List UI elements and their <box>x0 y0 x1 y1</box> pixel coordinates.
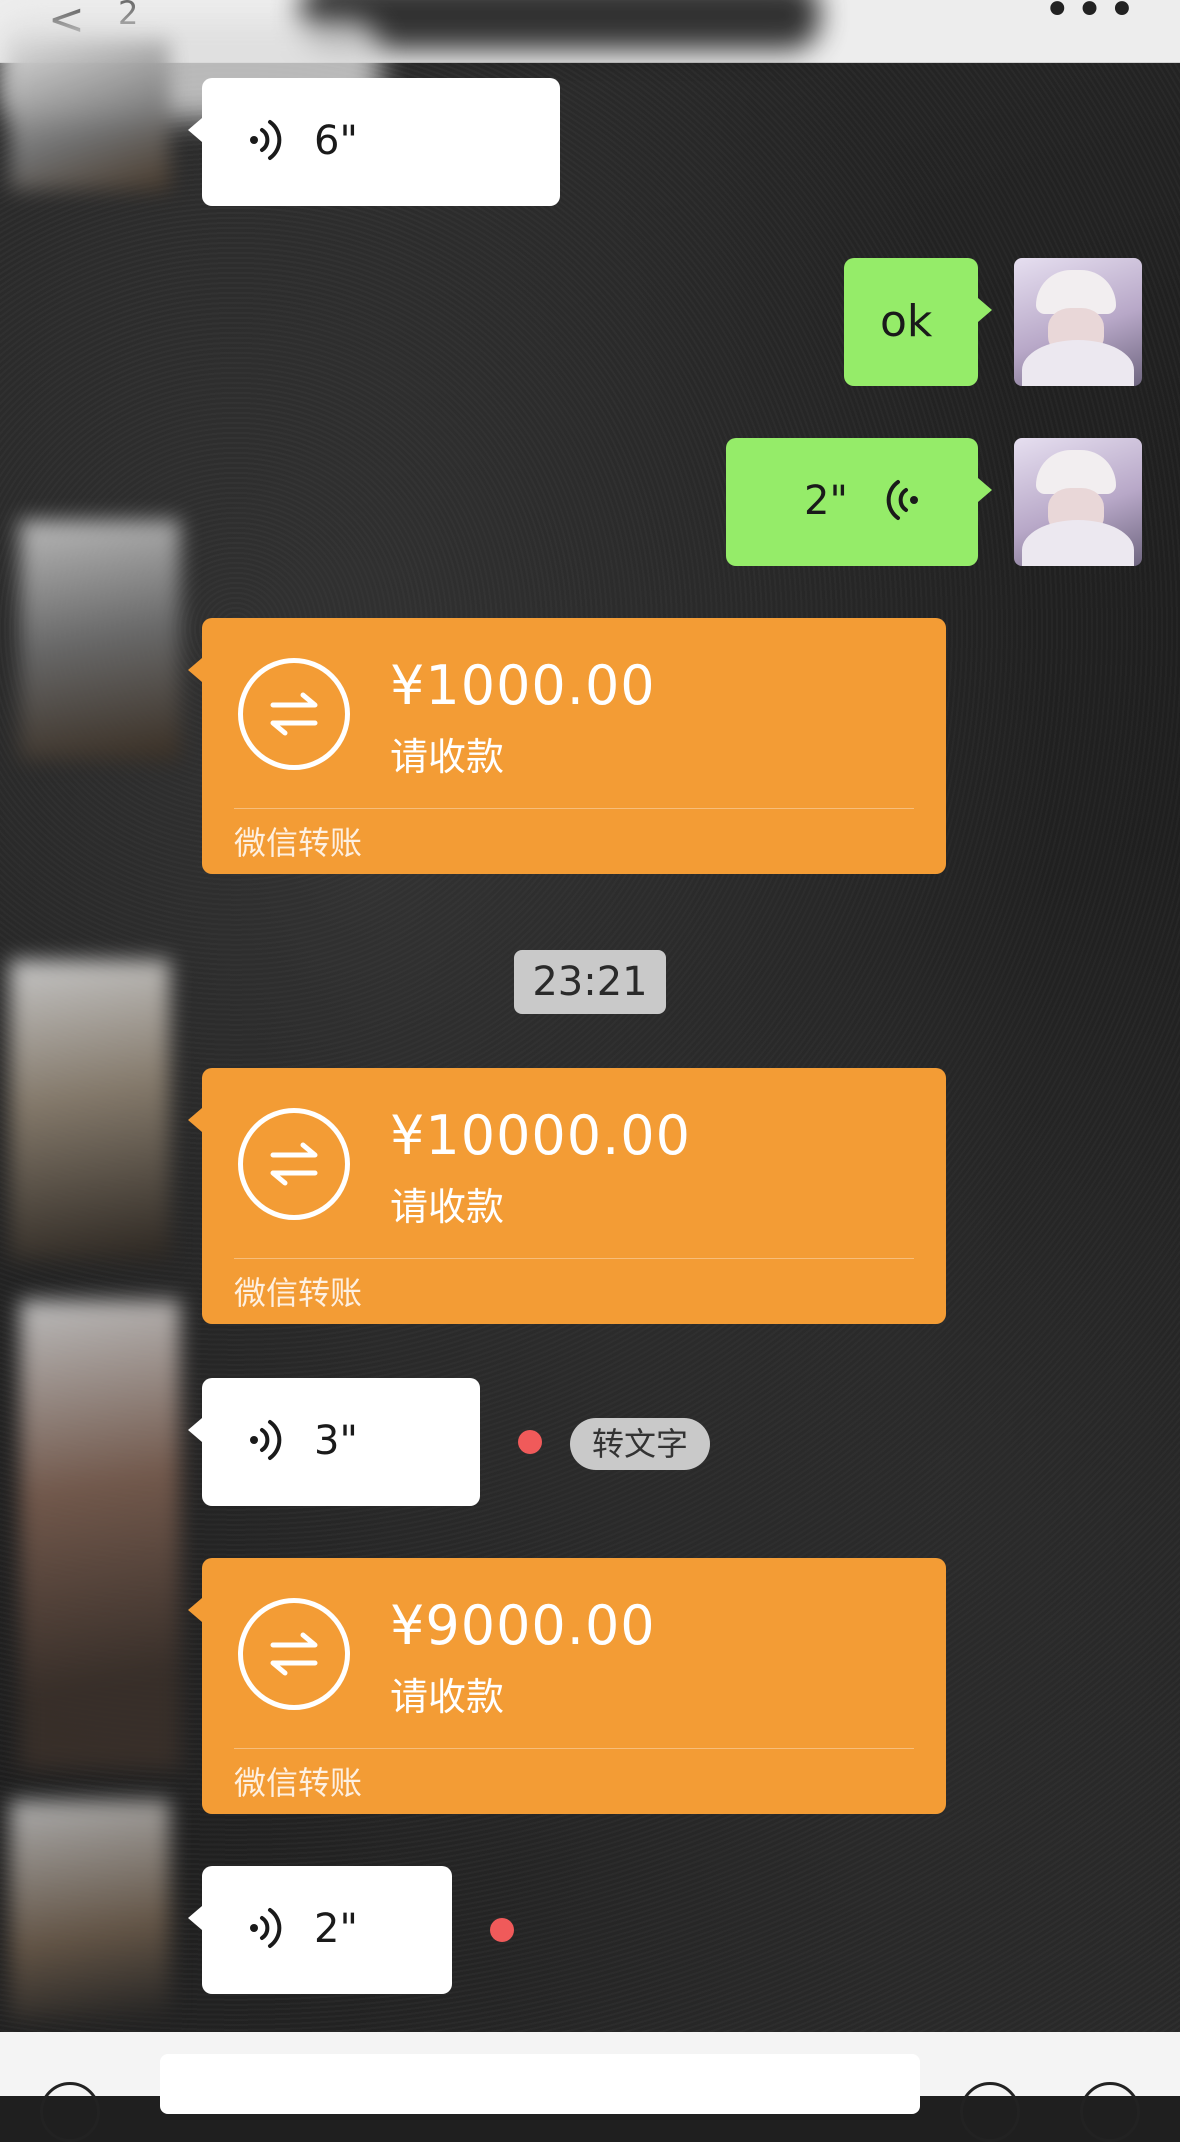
transfer-amount: ¥9000.00 <box>390 1594 656 1657</box>
sender-avatar[interactable] <box>10 40 170 190</box>
transfer-arrows-icon <box>238 1108 350 1220</box>
voice-wave-icon <box>250 1420 282 1460</box>
to-text-button[interactable]: 转文字 <box>570 1418 711 1470</box>
voice-input-icon[interactable] <box>40 2082 100 2142</box>
transfer-card[interactable]: ¥9000.00 请收款 微信转账 <box>188 1558 946 1814</box>
input-bar <box>0 2032 1180 2142</box>
transfer-status: 请收款 <box>390 735 505 779</box>
divider <box>234 1748 914 1749</box>
voice-wave-icon <box>250 1908 282 1948</box>
transfer-status: 请收款 <box>390 1185 505 1229</box>
unread-dot <box>518 1430 542 1454</box>
emoji-icon[interactable] <box>960 2082 1020 2142</box>
voice-wave-icon <box>886 480 918 520</box>
divider <box>234 808 914 809</box>
sender-avatar[interactable] <box>20 1300 180 1770</box>
transfer-amount: ¥1000.00 <box>390 654 656 717</box>
voice-message[interactable]: 2" <box>188 1866 452 1994</box>
transfer-card[interactable]: ¥10000.00 请收款 微信转账 <box>188 1068 946 1324</box>
transfer-card[interactable]: ¥1000.00 请收款 微信转账 <box>188 618 946 874</box>
voice-message[interactable]: 3" <box>188 1378 480 1506</box>
transfer-footer: 微信转账 <box>234 1764 363 1802</box>
chat-timestamp: 23:21 <box>514 950 666 1014</box>
voice-duration: 3" <box>314 1418 358 1464</box>
transfer-arrows-icon <box>238 1598 350 1710</box>
transfer-amount: ¥10000.00 <box>390 1104 692 1167</box>
transfer-arrows-icon <box>238 658 350 770</box>
unread-dot <box>490 1918 514 1942</box>
voice-duration: 6" <box>314 118 358 164</box>
sent-voice-message[interactable]: 2" <box>726 438 992 566</box>
voice-duration: 2" <box>804 478 848 524</box>
my-avatar[interactable] <box>1014 438 1142 566</box>
more-icon[interactable]: ••• <box>1043 0 1140 38</box>
transfer-status: 请收款 <box>390 1675 505 1719</box>
sender-avatar[interactable] <box>20 520 180 760</box>
voice-duration: 2" <box>314 1906 358 1952</box>
voice-message[interactable]: 6" <box>188 78 560 206</box>
sender-avatar[interactable] <box>10 1800 170 2020</box>
transfer-footer: 微信转账 <box>234 1274 363 1312</box>
message-text: ok <box>880 296 933 347</box>
sent-text-message[interactable]: ok <box>844 258 992 386</box>
sender-avatar[interactable] <box>10 960 170 1260</box>
message-input[interactable] <box>160 2054 920 2114</box>
divider <box>234 1258 914 1259</box>
transfer-footer: 微信转账 <box>234 824 363 862</box>
my-avatar[interactable] <box>1014 258 1142 386</box>
voice-wave-icon <box>250 120 282 160</box>
plus-icon[interactable] <box>1080 2082 1140 2142</box>
